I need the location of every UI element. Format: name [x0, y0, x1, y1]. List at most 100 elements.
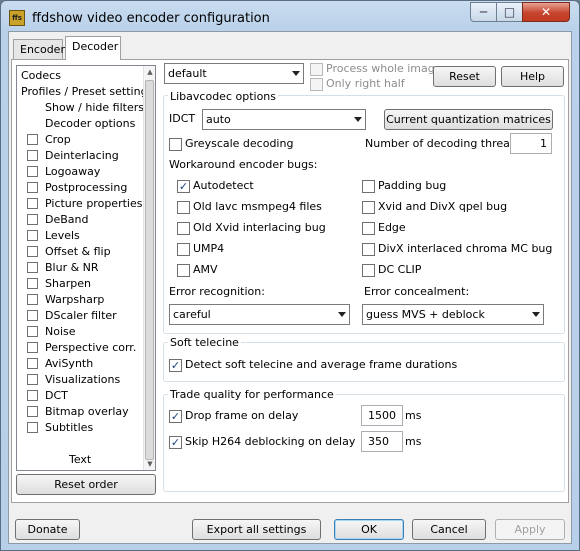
dialog-client-area: Encoder Decoder Codecs Profiles / Preset…	[8, 31, 572, 544]
checkmark-icon: ✓	[178, 180, 189, 193]
cancel-button[interactable]: Cancel	[412, 519, 486, 540]
nav-filter-checkbox[interactable]	[27, 390, 38, 401]
bug-checkbox[interactable]	[362, 201, 375, 214]
greyscale-label: Greyscale decoding	[185, 137, 294, 150]
nav-filter-item[interactable]: Crop	[17, 132, 143, 148]
tab-encoder[interactable]: Encoder	[13, 39, 65, 59]
nav-filter-checkbox[interactable]	[27, 166, 38, 177]
nav-filter-label: Deinterlacing	[45, 149, 119, 162]
nav-filter-item[interactable]: Blur & NR	[17, 260, 143, 276]
export-settings-button[interactable]: Export all settings	[192, 519, 321, 540]
bug-checkbox[interactable]	[362, 222, 375, 235]
bug-checkbox[interactable]	[362, 264, 375, 277]
drop-frame-input[interactable]: 1500	[361, 405, 403, 426]
nav-filter-checkbox[interactable]	[27, 134, 38, 145]
nav-filter-checkbox[interactable]	[27, 198, 38, 209]
app-icon[interactable]: ffs	[9, 10, 25, 26]
bug-checkbox[interactable]	[362, 243, 375, 256]
nav-filter-item[interactable]: Visualizations	[17, 372, 143, 388]
skip-deblocking-input[interactable]: 350	[361, 431, 403, 452]
close-button[interactable]: ✕	[522, 2, 570, 22]
nav-item-profiles[interactable]: Profiles / Preset settings	[21, 84, 153, 100]
scroll-up-arrow-icon[interactable]: ▲	[144, 66, 155, 78]
idct-select[interactable]: auto	[202, 109, 366, 130]
bug-checkbox[interactable]	[177, 201, 190, 214]
nav-filter-checkbox[interactable]	[27, 150, 38, 161]
nav-filter-item[interactable]: AviSynth	[17, 356, 143, 372]
reset-button[interactable]: Reset	[433, 66, 496, 87]
minimize-button[interactable]: ─	[470, 2, 497, 22]
nav-filter-item[interactable]: DScaler filter	[17, 308, 143, 324]
nav-filter-checkbox[interactable]	[27, 246, 38, 257]
nav-filter-checkbox[interactable]	[27, 342, 38, 353]
nav-filter-label: Postprocessing	[45, 181, 128, 194]
nav-filter-checkbox[interactable]	[27, 214, 38, 225]
donate-button[interactable]: Donate	[15, 519, 80, 540]
drop-frame-checkbox[interactable]: ✓	[169, 410, 182, 423]
nav-filter-item[interactable]: DCT	[17, 388, 143, 404]
preset-select[interactable]: default	[164, 63, 304, 84]
maximize-button[interactable]: □	[496, 2, 523, 22]
nav-filter-checkbox[interactable]	[27, 182, 38, 193]
nav-item-show-hide-filters[interactable]: Show / hide filters	[45, 100, 144, 116]
nav-filter-item[interactable]: Bitmap overlay	[17, 404, 143, 420]
nav-scrollbar[interactable]: ▲ ▼	[143, 66, 155, 470]
greyscale-checkbox[interactable]	[169, 138, 182, 151]
nav-filter-checkbox[interactable]	[27, 230, 38, 241]
nav-filter-checkbox[interactable]	[27, 294, 38, 305]
bug-checkbox[interactable]	[177, 222, 190, 235]
ok-button[interactable]: OK	[334, 519, 404, 540]
nav-item-text[interactable]: Text	[69, 452, 91, 468]
nav-filter-item[interactable]: Perspective corr.	[17, 340, 143, 356]
bug-label: Edge	[378, 221, 406, 234]
bug-checkbox[interactable]: ✓	[177, 180, 190, 193]
detect-soft-telecine-checkbox[interactable]: ✓	[169, 359, 182, 372]
process-whole-image-label: Process whole image	[326, 62, 442, 75]
nav-filter-checkbox[interactable]	[27, 358, 38, 369]
threads-input[interactable]: 1	[510, 133, 552, 154]
reset-order-button[interactable]: Reset order	[16, 474, 156, 495]
scroll-down-arrow-icon[interactable]: ▼	[144, 458, 155, 470]
bug-checkbox[interactable]	[177, 264, 190, 277]
nav-filter-checkbox[interactable]	[27, 406, 38, 417]
nav-filter-item[interactable]: Postprocessing	[17, 180, 143, 196]
bug-checkbox[interactable]	[177, 243, 190, 256]
scroll-thumb[interactable]	[145, 80, 154, 460]
nav-filter-item[interactable]: Sharpen	[17, 276, 143, 292]
nav-filter-checkbox[interactable]	[27, 326, 38, 337]
apply-button[interactable]: Apply	[495, 519, 565, 540]
nav-item-codecs[interactable]: Codecs	[21, 68, 61, 84]
nav-filter-item[interactable]: Deinterlacing	[17, 148, 143, 164]
nav-filter-checkbox[interactable]	[27, 374, 38, 385]
bug-checkbox[interactable]	[362, 180, 375, 193]
only-right-half-checkbox[interactable]	[310, 78, 323, 91]
nav-filter-checkbox[interactable]	[27, 422, 38, 433]
tab-decoder[interactable]: Decoder	[65, 36, 121, 60]
bug-label: Old Xvid interlacing bug	[193, 221, 326, 234]
nav-filter-item[interactable]: DeBand	[17, 212, 143, 228]
nav-filter-item[interactable]: Subtitles	[17, 420, 143, 436]
nav-filter-checkbox[interactable]	[27, 278, 38, 289]
settings-nav-list[interactable]: Codecs Profiles / Preset settings Show /…	[16, 65, 156, 471]
nav-filter-label: DCT	[45, 389, 68, 402]
nav-item-decoder-options[interactable]: Decoder options	[45, 116, 135, 132]
nav-filter-checkbox[interactable]	[27, 262, 38, 273]
quantization-matrices-button[interactable]: Current quantization matrices	[384, 109, 553, 130]
chevron-down-icon	[292, 71, 300, 76]
error-concealment-select[interactable]: guess MVS + deblock	[362, 304, 544, 325]
process-whole-image-checkbox[interactable]	[310, 63, 323, 76]
nav-filter-item[interactable]: Picture properties	[17, 196, 143, 212]
skip-deblocking-checkbox[interactable]: ✓	[169, 436, 182, 449]
nav-filter-item[interactable]: Levels	[17, 228, 143, 244]
nav-filter-item[interactable]: Offset & flip	[17, 244, 143, 260]
app-window: ffs ffdshow video encoder configuration …	[0, 0, 580, 551]
title-bar[interactable]: ffs ffdshow video encoder configuration …	[1, 1, 579, 31]
nav-filter-item[interactable]: Logoaway	[17, 164, 143, 180]
error-recognition-select[interactable]: careful	[169, 304, 350, 325]
idct-label: IDCT	[169, 112, 196, 125]
nav-filter-checkbox[interactable]	[27, 310, 38, 321]
nav-filter-item[interactable]: Warpsharp	[17, 292, 143, 308]
help-button[interactable]: Help	[501, 66, 564, 87]
nav-filter-item[interactable]: Noise	[17, 324, 143, 340]
checkmark-icon: ✓	[170, 436, 181, 449]
